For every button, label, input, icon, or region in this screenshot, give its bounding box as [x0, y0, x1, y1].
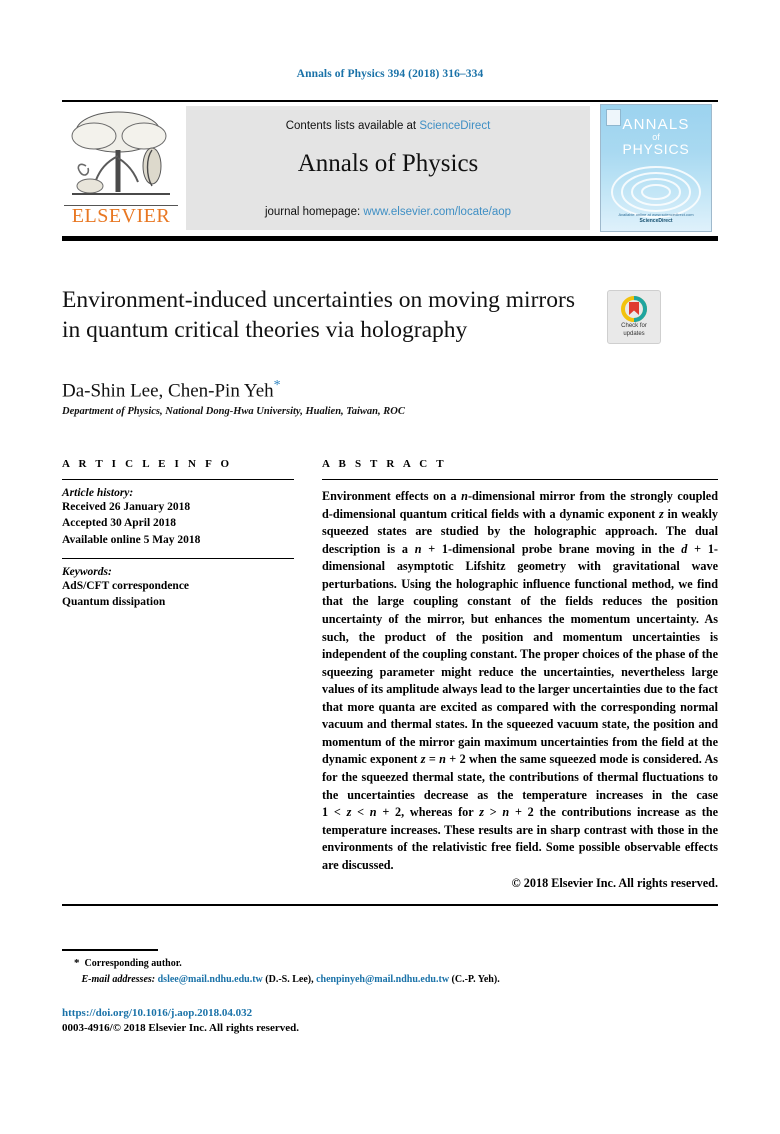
keyword-item: Quantum dissipation: [62, 596, 166, 609]
crossmark-badge[interactable]: Check for updates: [607, 290, 661, 344]
cover-footer: Available online at www.sciencedirect.co…: [601, 212, 711, 226]
crossmark-label-line1: Check for: [621, 323, 647, 329]
email-owner-lee: (D.-S. Lee): [265, 974, 312, 986]
crossmark-label-line2: updates: [623, 330, 645, 337]
journal-homepage-link[interactable]: www.elsevier.com/locate/aop: [363, 206, 511, 218]
author-list: Da-Shin Lee, Chen-Pin Yeh*: [62, 378, 582, 402]
abstract-rule: [322, 479, 718, 480]
homepage-prefix: journal homepage:: [264, 206, 364, 218]
cover-foot-brand: ScienceDirect: [639, 217, 673, 224]
article-history-received: Received 26 January 2018: [62, 501, 191, 513]
article-history-online: Available online 5 May 2018: [62, 533, 201, 546]
email-link-lee[interactable]: dslee@mail.ndhu.edu.tw: [158, 974, 263, 985]
abstract-text: Environment effects on a n-dimensional m…: [322, 489, 719, 872]
footnote-divider: [62, 949, 158, 951]
masthead-bottom-rule: [62, 236, 718, 241]
keyword-item: AdS/CFT correspondence: [62, 579, 190, 592]
running-head: Annals of Physics 394 (2018) 316–334: [296, 68, 484, 80]
cover-title-line1: ANNALS: [622, 116, 690, 133]
author-names: Da-Shin Lee, Chen-Pin Yeh: [62, 380, 274, 402]
email-addresses-label: E-mail addresses:: [81, 974, 156, 986]
email-link-yeh[interactable]: chenpinyeh@mail.ndhu.edu.tw: [316, 974, 449, 985]
masthead-center-panel: Contents lists available at ScienceDirec…: [186, 106, 590, 230]
cover-title-line3: PHYSICS: [622, 141, 690, 158]
footnote-block: * Corresponding author. E-mail addresses…: [74, 957, 500, 986]
doi-link[interactable]: https://doi.org/10.1016/j.aop.2018.04.03…: [62, 1007, 252, 1019]
keywords-label: Keywords:: [62, 565, 112, 578]
footer-top-rule: [62, 904, 718, 906]
elsevier-logo: ELSEVIER: [62, 104, 180, 230]
elsevier-tree-icon: [71, 111, 170, 195]
article-history-accepted: Accepted 30 April 2018: [62, 517, 177, 530]
issn-copyright-line: 0003-4916/© 2018 Elsevier Inc. All right…: [62, 1022, 299, 1034]
affiliation: Department of Physics, National Dong-Hwa…: [62, 406, 405, 417]
journal-title: Annals of Physics: [297, 150, 479, 177]
journal-homepage-line: journal homepage: www.elsevier.com/locat…: [186, 206, 590, 218]
article-info-rule: [62, 479, 294, 480]
contents-available-line: Contents lists available at ScienceDirec…: [186, 120, 590, 132]
sciencedirect-link[interactable]: ScienceDirect: [419, 120, 490, 132]
keywords-rule: [62, 557, 294, 559]
paper-page: Annals of Physics 394 (2018) 316–334 ELS…: [0, 0, 780, 1134]
journal-masthead: ELSEVIER Contents lists available at Sci…: [62, 104, 718, 232]
abstract-heading: A B S T R A C T: [322, 458, 447, 470]
article-info-column: A R T I C L E I N F O Article history: R…: [62, 458, 294, 611]
page-title: Environment-induced uncertainties on mov…: [62, 287, 575, 344]
corresponding-author-marker: *: [273, 378, 281, 393]
contents-prefix: Contents lists available at: [285, 120, 420, 132]
journal-cover-thumbnail: ANNALS of PHYSICS Available online at ww…: [600, 104, 712, 232]
masthead-top-rule: [62, 100, 718, 102]
elsevier-wordmark: ELSEVIER: [71, 205, 171, 227]
crossmark-icon: [621, 296, 647, 322]
corresponding-author-note: Corresponding author.: [84, 958, 182, 969]
cover-foot-small: Available online at www.sciencedirect.co…: [618, 211, 694, 217]
abstract-column: A B S T R A C T Environment effects on a…: [322, 458, 718, 891]
article-history-label: Article history:: [62, 487, 134, 499]
email-owner-yeh: (C.-P. Yeh).: [451, 974, 500, 986]
footnote-star-marker: *: [74, 957, 80, 969]
crossmark-label: Check for updates: [608, 323, 660, 338]
abstract-copyright: © 2018 Elsevier Inc. All rights reserved…: [511, 876, 718, 891]
article-info-heading: A R T I C L E I N F O: [62, 458, 233, 470]
cover-title: ANNALS of PHYSICS: [601, 117, 711, 157]
